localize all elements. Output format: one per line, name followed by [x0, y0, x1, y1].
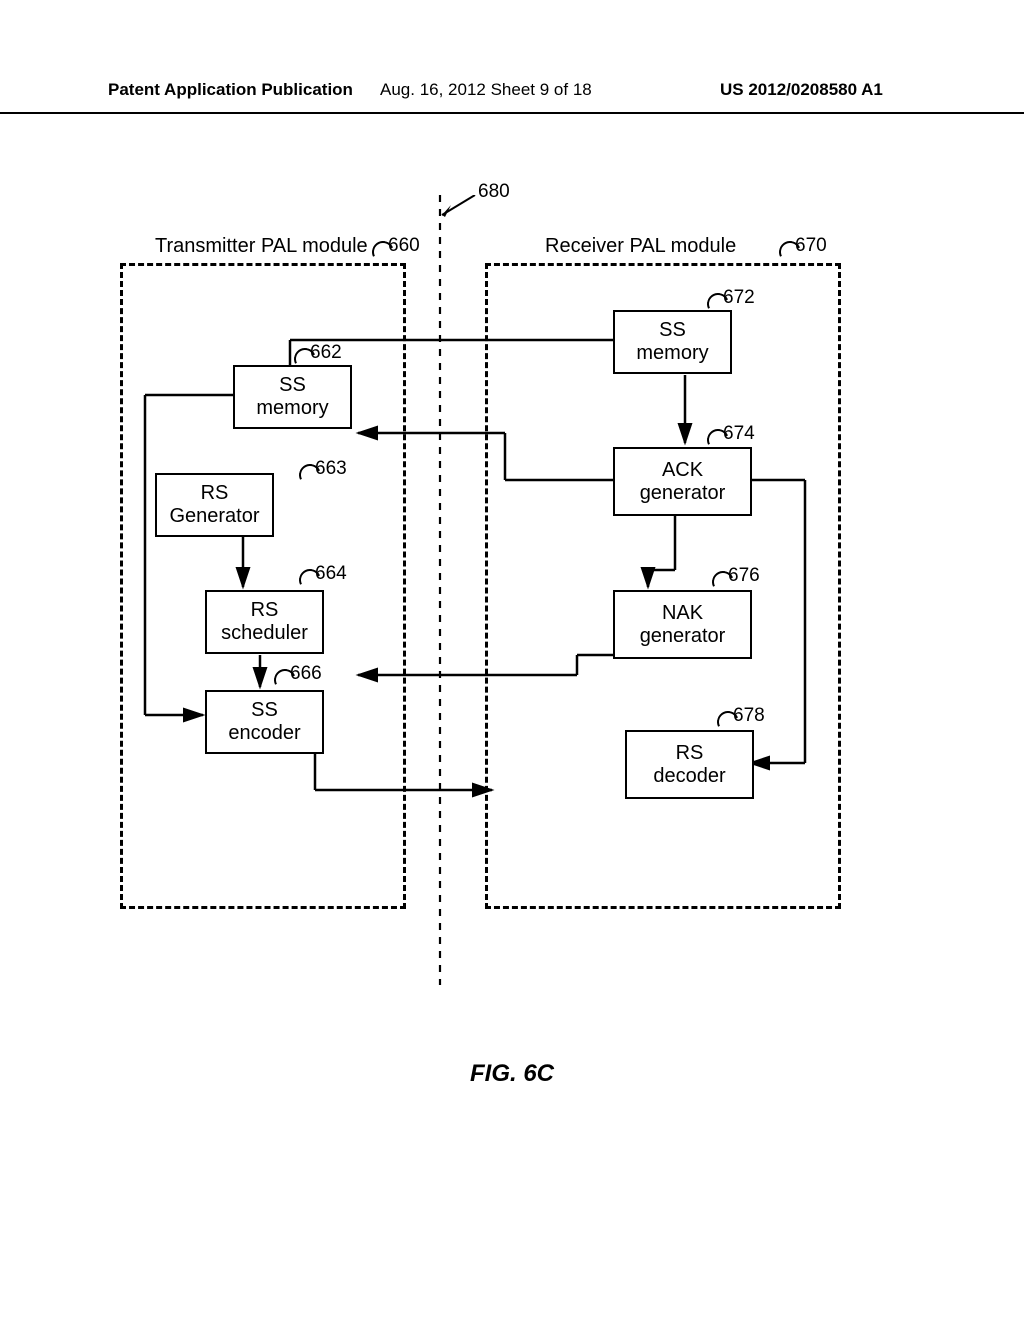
tx-rs-scheduler: RS scheduler	[205, 590, 324, 654]
figure-caption: FIG. 6C	[470, 1060, 554, 1088]
rx-rsdec-l1: RS	[676, 742, 704, 765]
tx-ss-enc-l2: encoder	[228, 722, 300, 745]
rx-rs-decoder: RS decoder	[625, 730, 754, 799]
tx-rs-sched-l2: scheduler	[221, 622, 308, 645]
tx-rs-generator: RS Generator	[155, 473, 274, 537]
rx-ack-l1: ACK	[662, 459, 703, 482]
rx-ack-generator: ACK generator	[613, 447, 752, 516]
rx-nak-l2: generator	[640, 625, 726, 648]
header-center: Aug. 16, 2012 Sheet 9 of 18	[380, 80, 592, 100]
diagram-figure: 680 Transmitter PAL module 660 SS memory…	[115, 195, 915, 965]
tx-rs-gen-l2: Generator	[169, 505, 259, 528]
rx-ack-l2: generator	[640, 482, 726, 505]
tx-ss-enc-l1: SS	[251, 699, 278, 722]
rx-rsdec-l2: decoder	[653, 765, 725, 788]
tx-rs-sched-l1: RS	[251, 599, 279, 622]
rx-ss-memory: SS memory	[613, 310, 732, 374]
receiver-title: Receiver PAL module	[545, 235, 736, 258]
rx-ss-mem-l2: memory	[636, 342, 708, 365]
tx-ss-memory-l2: memory	[256, 397, 328, 420]
ref-680: 680	[478, 181, 510, 203]
page-header: Patent Application Publication Aug. 16, …	[0, 82, 1024, 114]
header-right: US 2012/0208580 A1	[720, 80, 883, 100]
rx-nak-l1: NAK	[662, 602, 703, 625]
header-left: Patent Application Publication	[108, 80, 353, 100]
transmitter-module-box	[120, 263, 406, 909]
rx-ss-mem-l1: SS	[659, 319, 686, 342]
tx-rs-gen-l1: RS	[201, 482, 229, 505]
tx-ss-memory: SS memory	[233, 365, 352, 429]
tx-ss-memory-l1: SS	[279, 374, 306, 397]
rx-nak-generator: NAK generator	[613, 590, 752, 659]
tx-ss-encoder: SS encoder	[205, 690, 324, 754]
transmitter-title: Transmitter PAL module	[155, 235, 368, 258]
